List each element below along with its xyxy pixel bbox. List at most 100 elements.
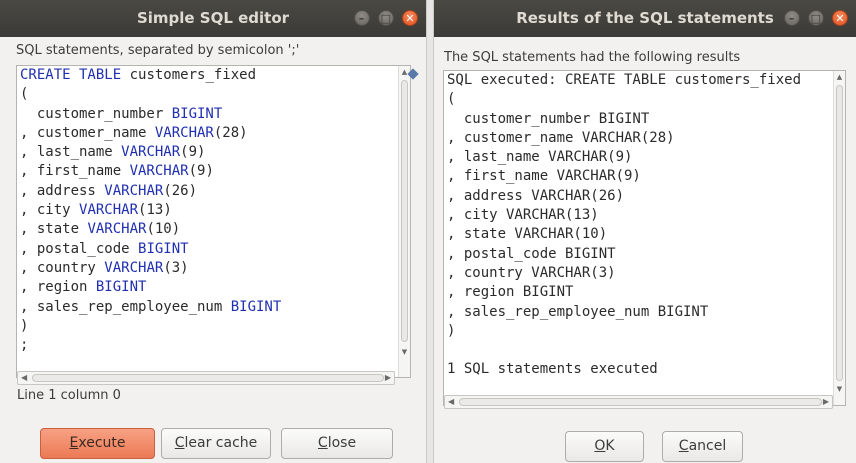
- ok-button[interactable]: OK: [565, 431, 644, 462]
- close-label: lose: [327, 435, 357, 451]
- sql-line: CREATE TABLE customers_fixed: [20, 66, 281, 85]
- sql-keyword: VARCHAR: [87, 221, 147, 238]
- sql-keyword: VARCHAR: [104, 182, 164, 199]
- maximize-icon[interactable]: □: [807, 10, 824, 26]
- minimize-icon[interactable]: –: [353, 10, 370, 26]
- result-line: SQL executed: CREATE TABLE customers_fix…: [447, 72, 802, 88]
- close-icon[interactable]: ✕: [402, 10, 418, 26]
- scroll-left-arrow-icon[interactable]: ◀: [21, 372, 27, 384]
- editor-window-controls: – □ ✕: [351, 10, 418, 28]
- result-line: , last_name VARCHAR(9): [447, 149, 633, 166]
- sql-text: (13): [138, 202, 172, 219]
- results-vertical-scroll-thumb[interactable]: [836, 85, 843, 381]
- sql-text: , city: [20, 202, 80, 219]
- clear-cache-label: lear cache: [184, 435, 258, 451]
- sql-text: ;: [20, 337, 29, 354]
- sql-text: , first_name: [20, 163, 130, 180]
- sql-keyword: BIGINT: [138, 240, 189, 257]
- sql-line: , city VARCHAR(13): [20, 201, 281, 220]
- editor-window-title: Simple SQL editor: [136, 9, 290, 27]
- cursor-status: Line 1 column 0: [17, 388, 121, 403]
- result-line: , sales_rep_employee_num BIGINT: [447, 303, 709, 320]
- sql-text: (9): [188, 163, 214, 180]
- result-line: [447, 341, 801, 360]
- sql-line: , country VARCHAR(3): [20, 259, 281, 278]
- sql-line: , customer_name VARCHAR(28): [20, 124, 281, 143]
- sql-text: , customer_name: [20, 124, 155, 141]
- sql-line: , address VARCHAR(26): [20, 182, 281, 201]
- sql-text: (: [20, 86, 29, 103]
- sql-editor-window: Simple SQL editor – □ ✕ SQL statements, …: [0, 0, 427, 463]
- sql-text: , country: [20, 259, 105, 276]
- ok-mnemonic: O: [594, 438, 606, 454]
- close-button[interactable]: Close: [281, 428, 393, 459]
- editor-horizontal-scroll-thumb[interactable]: [32, 374, 384, 382]
- close-icon[interactable]: ✕: [832, 10, 848, 26]
- sql-line: , first_name VARCHAR(9): [20, 162, 281, 181]
- sql-line: , postal_code BIGINT: [20, 240, 281, 259]
- sql-line: customer_number BIGINT: [20, 105, 281, 124]
- sql-editor-textarea[interactable]: CREATE TABLE customers_fixed( customer_n…: [16, 65, 411, 378]
- execute-button[interactable]: Execute: [40, 428, 155, 459]
- execute-label: xecute: [78, 435, 126, 451]
- cancel-button[interactable]: Cancel: [662, 431, 743, 462]
- sql-line: , last_name VARCHAR(9): [20, 143, 281, 162]
- sql-text: , address: [20, 182, 105, 199]
- sql-line: (: [20, 85, 281, 104]
- result-line: (: [447, 91, 456, 108]
- editor-horizontal-scrollbar[interactable]: ◀ ▶: [17, 371, 395, 385]
- cancel-label: ancel: [688, 438, 727, 454]
- sql-keyword: BIGINT: [171, 105, 223, 122]
- scroll-left-arrow-icon[interactable]: ◀: [448, 396, 454, 408]
- scroll-right-arrow-icon[interactable]: ▶: [385, 372, 391, 384]
- results-window-title: Results of the SQL statements: [516, 9, 774, 27]
- scroll-down-arrow-icon[interactable]: ▼: [399, 348, 410, 356]
- sql-keyword: BIGINT: [95, 279, 147, 296]
- result-line: , city VARCHAR(13): [447, 207, 599, 224]
- scroll-up-arrow-icon[interactable]: ▲: [834, 73, 845, 81]
- results-horizontal-scroll-thumb[interactable]: [459, 398, 822, 406]
- sql-keyword: VARCHAR: [154, 124, 214, 141]
- results-code: SQL executed: CREATE TABLE customers_fix…: [447, 71, 801, 380]
- sql-text: customer_number: [20, 105, 172, 122]
- sql-text: , postal_code: [20, 240, 139, 257]
- result-line: , address VARCHAR(26): [447, 187, 625, 204]
- result-line: , first_name VARCHAR(9): [447, 168, 641, 185]
- sql-text: , last_name: [20, 144, 122, 161]
- sql-text: (9): [180, 144, 206, 161]
- results-window-controls: – □ ✕: [781, 10, 848, 28]
- sql-text: (10): [146, 221, 181, 238]
- result-line: customer_number BIGINT: [447, 110, 650, 127]
- sql-keyword: VARCHAR: [121, 144, 181, 161]
- sql-keyword: CREATE TABLE: [20, 67, 122, 83]
- editor-vertical-scrollbar[interactable]: ▲ ▼: [398, 66, 410, 377]
- results-horizontal-scrollbar[interactable]: ◀ ▶: [444, 395, 833, 409]
- editor-instruction-label: SQL statements, separated by semicolon '…: [16, 43, 300, 58]
- minimize-icon[interactable]: –: [783, 10, 800, 26]
- sql-text: , region: [20, 279, 96, 296]
- clear-cache-button[interactable]: Clear cache: [161, 428, 271, 459]
- editor-titlebar[interactable]: Simple SQL editor – □ ✕: [0, 0, 426, 37]
- sql-text: customers_fixed: [121, 67, 257, 83]
- editor-vertical-scroll-thumb[interactable]: [401, 80, 408, 342]
- result-line: 1 SQL statements executed: [447, 361, 658, 378]
- result-line: , region BIGINT: [447, 284, 574, 301]
- sql-keyword: VARCHAR: [79, 202, 139, 219]
- results-textarea[interactable]: SQL executed: CREATE TABLE customers_fix…: [443, 70, 846, 406]
- results-instruction-label: The SQL statements had the following res…: [444, 50, 741, 65]
- scroll-right-arrow-icon[interactable]: ▶: [823, 396, 829, 408]
- sql-text: , state: [20, 221, 88, 238]
- cancel-mnemonic: C: [678, 438, 689, 454]
- sql-line: , state VARCHAR(10): [20, 220, 281, 239]
- result-line: , customer_name VARCHAR(28): [447, 129, 675, 146]
- sql-keyword: VARCHAR: [104, 259, 164, 276]
- results-titlebar[interactable]: Results of the SQL statements – □ ✕: [434, 0, 856, 37]
- maximize-icon[interactable]: □: [377, 10, 394, 26]
- sql-keyword: BIGINT: [230, 298, 282, 315]
- result-line: , postal_code BIGINT: [447, 245, 616, 262]
- sql-line: , region BIGINT: [20, 278, 281, 297]
- results-vertical-scrollbar[interactable]: ▲ ▼: [833, 71, 845, 405]
- scroll-down-arrow-icon[interactable]: ▼: [834, 385, 845, 393]
- result-line: ): [447, 322, 456, 339]
- clear-cache-mnemonic: C: [174, 435, 185, 451]
